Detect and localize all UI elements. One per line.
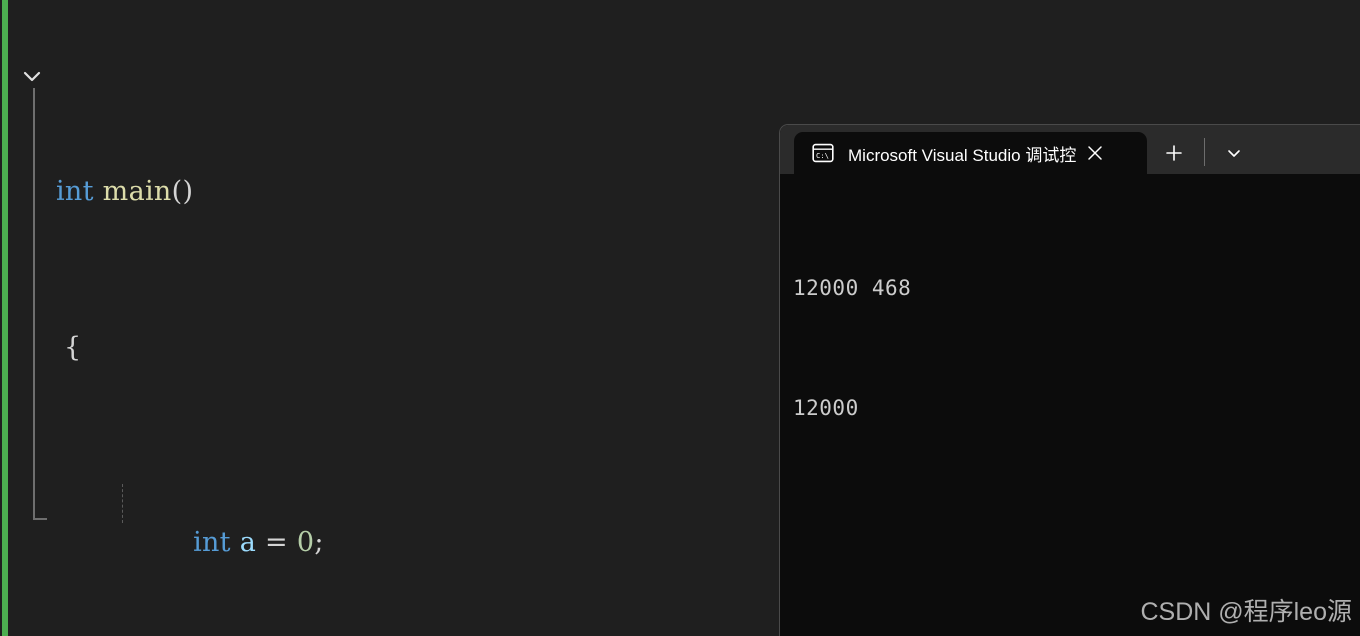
token-number-zero: 0 xyxy=(296,527,315,558)
code-line[interactable]: int a = 0; xyxy=(56,484,756,558)
code-line[interactable]: int main() xyxy=(56,172,756,211)
csdn-watermark: CSDN @程序leo源 xyxy=(1140,598,1352,626)
code-fold-line xyxy=(33,88,35,520)
token-paren-empty: () xyxy=(171,176,194,207)
chevron-down-icon[interactable] xyxy=(20,64,44,88)
chevron-down-icon[interactable] xyxy=(1218,137,1250,169)
terminal-output-blank-line xyxy=(793,508,1360,548)
close-icon[interactable] xyxy=(1078,136,1112,170)
code-text-area[interactable]: int main() { int a = 0; int b = 0; int m… xyxy=(56,55,756,636)
token-brace-open: { xyxy=(64,332,82,363)
terminal-window[interactable]: C:\ Microsoft Visual Studio 调试控 12000 46… xyxy=(779,124,1360,636)
toolbar-divider xyxy=(1204,138,1205,166)
token-function-main: main xyxy=(102,176,172,207)
svg-text:C:\: C:\ xyxy=(816,151,829,160)
terminal-output-line: 12000 468 xyxy=(793,276,912,300)
command-prompt-icon: C:\ xyxy=(812,142,834,164)
token-keyword-int: int xyxy=(193,527,231,558)
token-var-a: a xyxy=(239,527,257,558)
indent-guide xyxy=(122,484,123,523)
code-fold-foot xyxy=(33,518,47,520)
editor-gutter[interactable] xyxy=(8,0,56,636)
screenshot-root: int main() { int a = 0; int b = 0; int m… xyxy=(0,0,1360,636)
terminal-tab-title: Microsoft Visual Studio 调试控 xyxy=(848,145,1077,165)
terminal-output[interactable]: 12000 468 12000 C:\code\2024\practice-co… xyxy=(780,174,1360,636)
code-line[interactable]: { xyxy=(56,328,756,367)
token-keyword-int: int xyxy=(56,176,94,207)
token-semicolon: ; xyxy=(314,527,324,558)
terminal-tab-active[interactable]: C:\ Microsoft Visual Studio 调试控 xyxy=(794,132,1147,174)
new-tab-button[interactable] xyxy=(1158,137,1190,169)
terminal-tab-bar[interactable]: C:\ Microsoft Visual Studio 调试控 xyxy=(780,125,1360,174)
terminal-output-line: 12000 xyxy=(793,396,859,420)
terminal-output-path-line: C:\code\2024\practice-code\boke_7 again\… xyxy=(793,628,1360,636)
token-operator-eq: = xyxy=(265,527,288,558)
